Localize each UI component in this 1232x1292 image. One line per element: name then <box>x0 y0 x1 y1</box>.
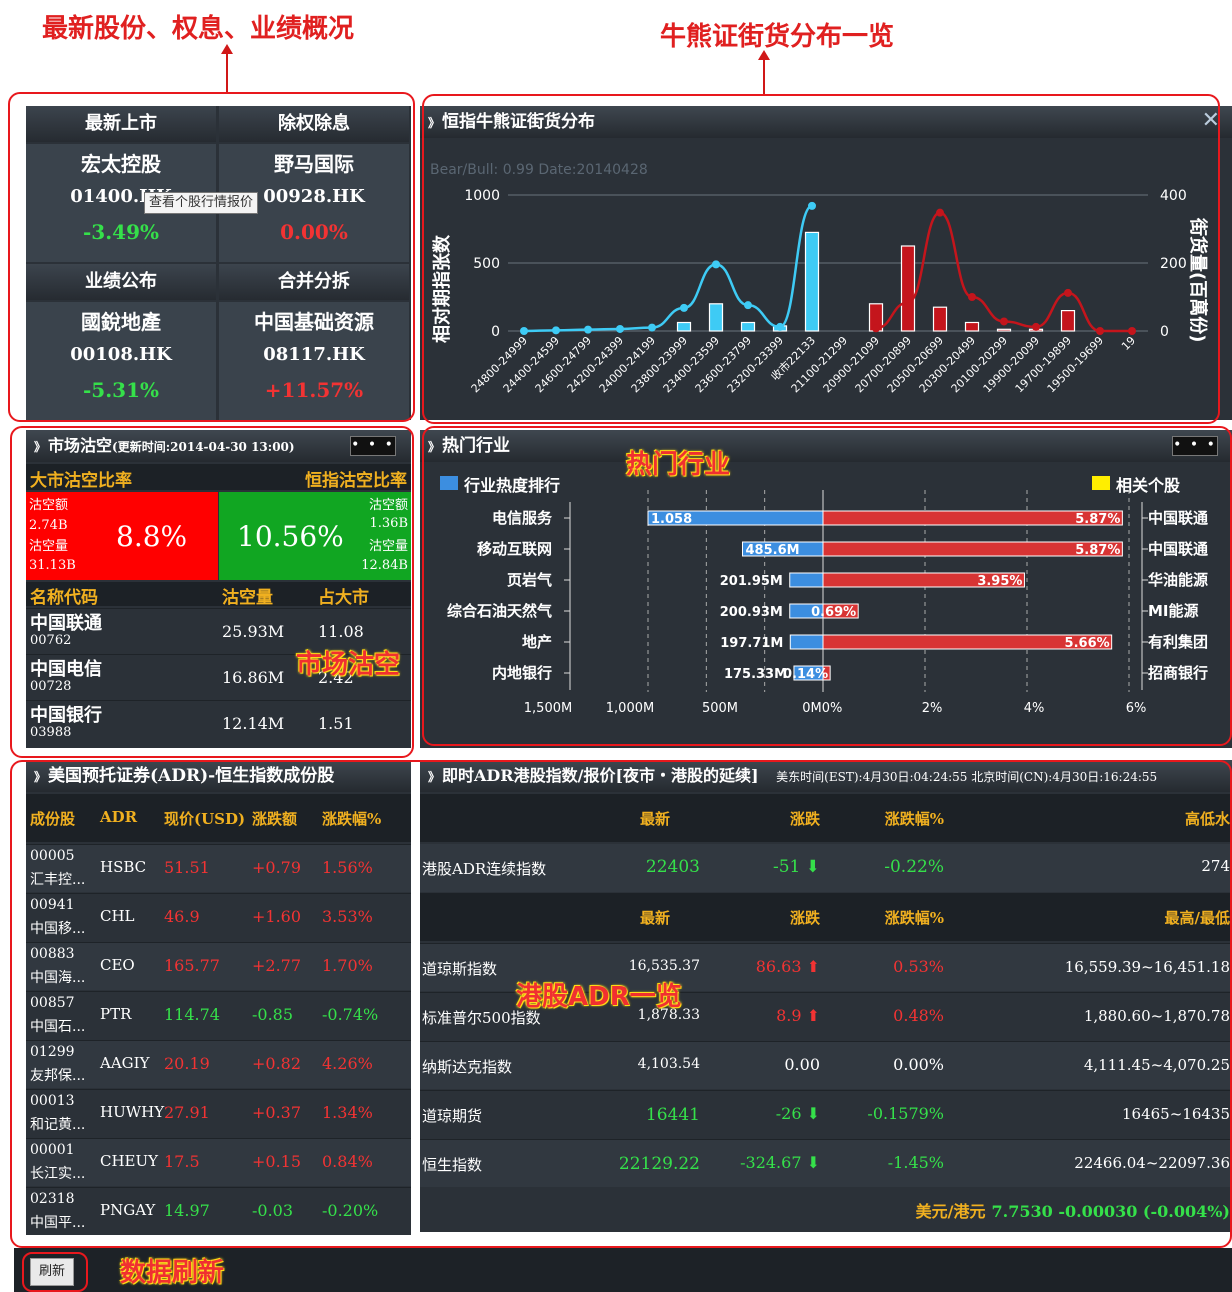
annotation-arrow-right <box>758 50 770 94</box>
annotation-box-refresh <box>22 1252 88 1292</box>
annotation-box-industry <box>422 426 1232 746</box>
annotation-adr: 港股ADR一览 <box>516 982 682 1012</box>
annotation-overview: 最新股份、权息、业绩概况 <box>42 14 355 44</box>
annotation-cbbc: 牛熊证街货分布一览 <box>660 22 895 52</box>
annotation-hot-industry: 热门行业 <box>626 450 731 480</box>
annotation-refresh: 数据刷新 <box>120 1258 225 1288</box>
annotation-arrow-left <box>221 44 233 92</box>
annotation-short-selling: 市场沽空 <box>296 650 401 680</box>
annotation-box-short <box>10 426 414 758</box>
annotation-box-cbbc <box>422 94 1220 424</box>
annotation-box-overview <box>8 92 415 422</box>
